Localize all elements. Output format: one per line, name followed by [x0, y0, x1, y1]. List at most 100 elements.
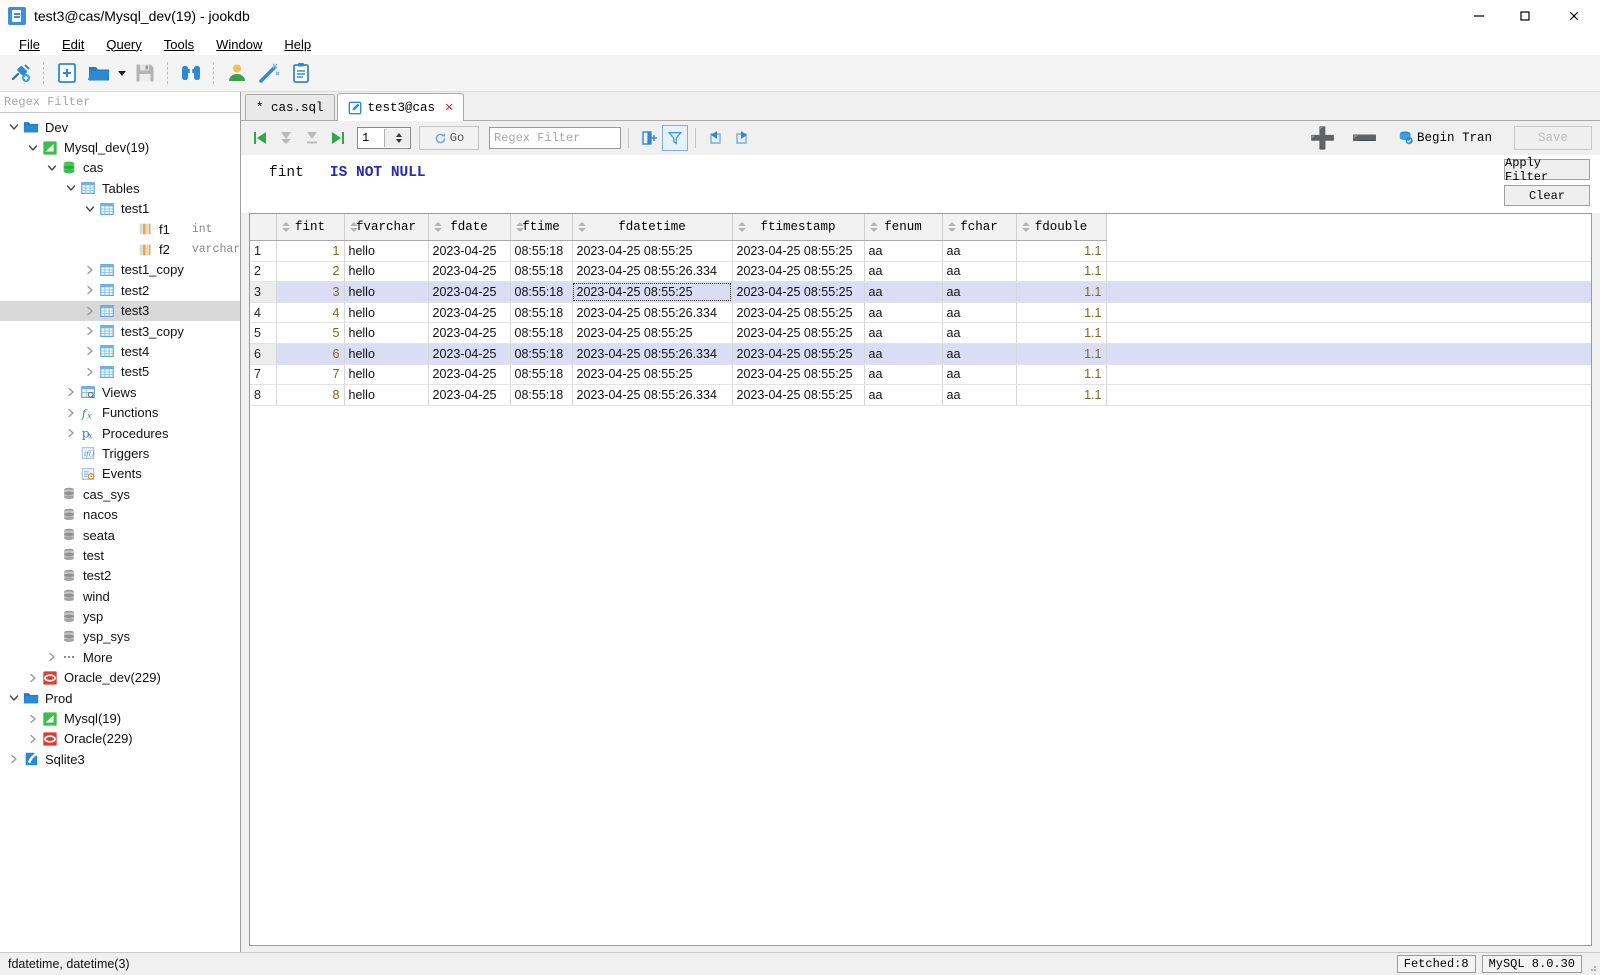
funnel-filter-icon[interactable] — [662, 125, 688, 151]
cell-ftime[interactable]: 08:55:18 — [510, 384, 573, 406]
chevron-right-icon[interactable] — [25, 668, 41, 688]
cell-ftime[interactable]: 08:55:18 — [510, 322, 573, 344]
row-number-cell[interactable]: 3 — [250, 281, 277, 303]
magic-wand-icon[interactable] — [254, 58, 284, 88]
row-number-cell[interactable]: 6 — [250, 343, 277, 365]
cell-fvarchar[interactable]: hello — [344, 240, 429, 262]
cell-ftimestamp[interactable]: 2023-04-25 08:55:25 — [732, 281, 865, 303]
column-header-ftimestamp[interactable]: ftimestamp — [732, 214, 865, 241]
cell-ftimestamp[interactable]: 2023-04-25 08:55:25 — [732, 364, 865, 386]
chevron-down-icon[interactable] — [6, 688, 22, 708]
row-number-cell[interactable]: 1 — [250, 240, 277, 262]
cell-fdate[interactable]: 2023-04-25 — [428, 281, 511, 303]
cell-fchar[interactable]: aa — [942, 343, 1017, 365]
open-dropdown-caret-icon[interactable] — [116, 58, 128, 88]
user-icon[interactable] — [222, 58, 252, 88]
chevron-down-icon[interactable] — [63, 178, 79, 198]
menu-file[interactable]: File — [8, 35, 51, 54]
cell-fdouble[interactable]: 1.1 — [1016, 364, 1107, 386]
tree-node-seata[interactable]: seata — [0, 525, 240, 545]
page-up-icon[interactable] — [273, 125, 299, 151]
chevron-down-icon[interactable] — [44, 158, 60, 178]
column-header-fdate[interactable]: fdate — [428, 214, 511, 241]
tree-node-test2[interactable]: test2 — [0, 280, 240, 300]
tree-node-dev[interactable]: Dev — [0, 117, 240, 137]
new-file-icon[interactable] — [52, 58, 82, 88]
tree-node-wind[interactable]: wind — [0, 586, 240, 606]
menu-query[interactable]: Query — [95, 35, 152, 54]
cell-fdatetime[interactable]: 2023-04-25 08:55:26.334 — [572, 261, 733, 283]
cell-fdouble[interactable]: 1.1 — [1016, 343, 1107, 365]
table-row[interactable]: 1 1 hello 2023-04-25 08:55:18 2023-04-25 08:5… — [250, 240, 1591, 262]
cell-fdouble[interactable]: 1.1 — [1016, 322, 1107, 344]
page-down-icon[interactable] — [299, 125, 325, 151]
save-button[interactable]: Save — [1514, 126, 1592, 150]
sidebar-filter-input[interactable]: Regex Filter — [0, 92, 240, 113]
menu-window[interactable]: Window — [205, 35, 273, 54]
tree-node-cas-sys[interactable]: cas_sys — [0, 484, 240, 504]
chevron-right-icon[interactable] — [82, 321, 98, 341]
begin-tran-button[interactable]: Begin Tran — [1398, 130, 1492, 146]
filter-expression[interactable]: fint IS NOT NULL — [241, 155, 426, 213]
tab-close-icon[interactable]: ✕ — [445, 101, 453, 115]
chevron-right-icon[interactable] — [82, 301, 98, 321]
tree-node-tables[interactable]: Tables — [0, 178, 240, 198]
cell-ftimestamp[interactable]: 2023-04-25 08:55:25 — [732, 322, 865, 344]
page-number-input[interactable]: 1 — [357, 127, 411, 149]
cell-fenum[interactable]: aa — [864, 343, 943, 365]
cell-fdouble[interactable]: 1.1 — [1016, 240, 1107, 262]
cell-ftimestamp[interactable]: 2023-04-25 08:55:25 — [732, 343, 865, 365]
cell-ftimestamp[interactable]: 2023-04-25 08:55:25 — [732, 302, 865, 324]
tree-node-mysql-dev-19[interactable]: Mysql_dev(19) — [0, 137, 240, 157]
table-row[interactable]: 6 6 hello 2023-04-25 08:55:18 2023-04-25 08:5… — [250, 343, 1591, 365]
maximize-button[interactable] — [1502, 0, 1548, 32]
tree-node-procedures[interactable]: p x Procedures — [0, 423, 240, 443]
cell-ftimestamp[interactable]: 2023-04-25 08:55:25 — [732, 261, 865, 283]
add-row-button[interactable]: ➕ — [1304, 128, 1342, 149]
table-row[interactable]: 7 7 hello 2023-04-25 08:55:18 2023-04-25 08:5… — [250, 364, 1591, 386]
cell-fvarchar[interactable]: hello — [344, 322, 429, 344]
clipboard-icon[interactable] — [286, 58, 316, 88]
tree-node-more[interactable]: More — [0, 647, 240, 667]
column-header-fenum[interactable]: fenum — [864, 214, 943, 241]
tree-node-nacos[interactable]: nacos — [0, 504, 240, 524]
table-row[interactable]: 2 2 hello 2023-04-25 08:55:18 2023-04-25 08:5… — [250, 261, 1591, 283]
first-page-icon[interactable] — [247, 125, 273, 151]
cell-fint[interactable]: 4 — [276, 302, 345, 324]
tree-node-ysp[interactable]: ysp — [0, 606, 240, 626]
cell-ftimestamp[interactable]: 2023-04-25 08:55:25 — [732, 240, 865, 262]
table-row[interactable]: 3 3 hello 2023-04-25 08:55:18 2023-04-25 08:5… — [250, 281, 1591, 303]
add-column-icon[interactable] — [636, 125, 662, 151]
tab-cas-sql[interactable]: * cas.sql — [245, 94, 335, 120]
go-button[interactable]: Go — [419, 126, 479, 150]
cell-ftime[interactable]: 08:55:18 — [510, 364, 573, 386]
tree-node-events[interactable]: Events — [0, 464, 240, 484]
cell-ftimestamp[interactable]: 2023-04-25 08:55:25 — [732, 384, 865, 406]
find-binoculars-icon[interactable] — [176, 58, 206, 88]
sort-indicator-icon[interactable] — [577, 220, 588, 234]
tree-node-sqlite3[interactable]: Sqlite3 — [0, 749, 240, 769]
tree-node-test1[interactable]: test1 — [0, 199, 240, 219]
chevron-down-icon[interactable] — [82, 199, 98, 219]
apply-filter-button[interactable]: Apply Filter — [1504, 156, 1590, 184]
column-header-fdouble[interactable]: fdouble — [1016, 214, 1107, 241]
table-row[interactable]: 8 8 hello 2023-04-25 08:55:18 2023-04-25 08:5… — [250, 384, 1591, 406]
cell-fint[interactable]: 8 — [276, 384, 345, 406]
tree-node-test3-copy[interactable]: test3_copy — [0, 321, 240, 341]
cell-ftime[interactable]: 08:55:18 — [510, 281, 573, 303]
row-number-cell[interactable]: 8 — [250, 384, 277, 406]
tree-node-test5[interactable]: test5 — [0, 362, 240, 382]
clear-filter-button[interactable]: Clear — [1504, 185, 1590, 206]
cell-fchar[interactable]: aa — [942, 384, 1017, 406]
tree-node-ysp-sys[interactable]: ysp_sys — [0, 627, 240, 647]
new-connection-icon[interactable] — [6, 58, 36, 88]
cell-fenum[interactable]: aa — [864, 384, 943, 406]
column-header-ftime[interactable]: ftime — [510, 214, 573, 241]
cell-fint[interactable]: 7 — [276, 364, 345, 386]
cell-fdouble[interactable]: 1.1 — [1016, 261, 1107, 283]
cell-fenum[interactable]: aa — [864, 281, 943, 303]
cell-fdatetime[interactable]: 2023-04-25 08:55:26.334 — [572, 343, 733, 365]
chevron-right-icon[interactable] — [82, 280, 98, 300]
column-header-fvarchar[interactable]: fvarchar — [344, 214, 429, 241]
cell-fdatetime[interactable]: 2023-04-25 08:55:25 — [572, 281, 733, 303]
